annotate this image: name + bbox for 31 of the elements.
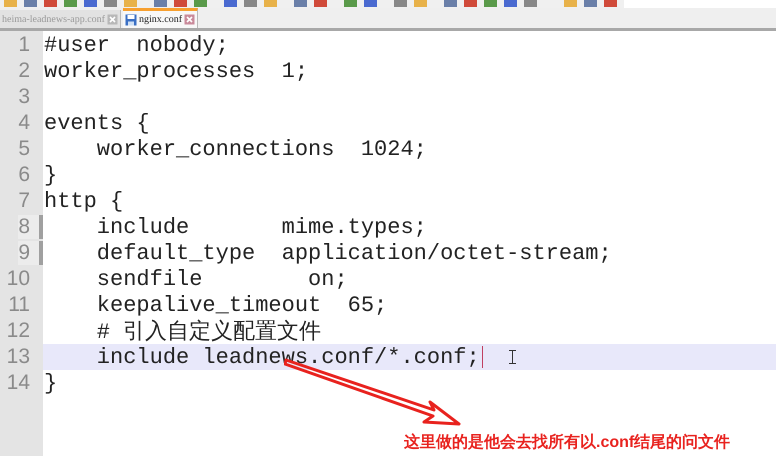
line-number: 14 [6,371,31,395]
code-line: worker_connections 1024; [96,136,427,162]
line-number: 9 [18,241,43,265]
line-number: 6 [18,163,31,187]
line-number: 10 [6,267,31,291]
annotation-text: 这里做的是他会去找所有以.conf结尾的问文件 [404,432,730,453]
code-line: worker_processes 1; [44,58,308,84]
code-line: events { [44,110,150,136]
tab-label: nginx.conf [139,14,182,25]
code-line: sendfile on; [96,266,348,292]
code-line: # 引入自定义配置文件 [96,318,322,346]
line-number: 12 [6,319,31,343]
line-number: 4 [18,111,31,135]
line-number: 2 [18,59,31,83]
tab-label: heima-leadnews-app.conf [2,14,106,24]
file-tab[interactable]: nginx.conf [123,8,198,28]
line-number: 13 [6,345,31,369]
code-line: keepalive_timeout 65; [96,292,388,318]
code-line: #user nobody; [44,32,229,58]
line-number: 7 [18,189,31,213]
code-line: default_type application/octet-stream; [96,240,612,266]
code-line: include leadnews.conf/*.conf; [96,344,480,370]
code-line: } [44,370,58,396]
line-number: 3 [18,85,31,109]
line-number: 1 [18,33,31,57]
code-line: http { [44,188,124,214]
line-number: 8 [18,215,43,239]
code-line: include mime.types; [96,214,427,240]
code-line: } [44,162,58,188]
line-number: 11 [8,293,31,317]
line-number: 5 [18,137,31,161]
